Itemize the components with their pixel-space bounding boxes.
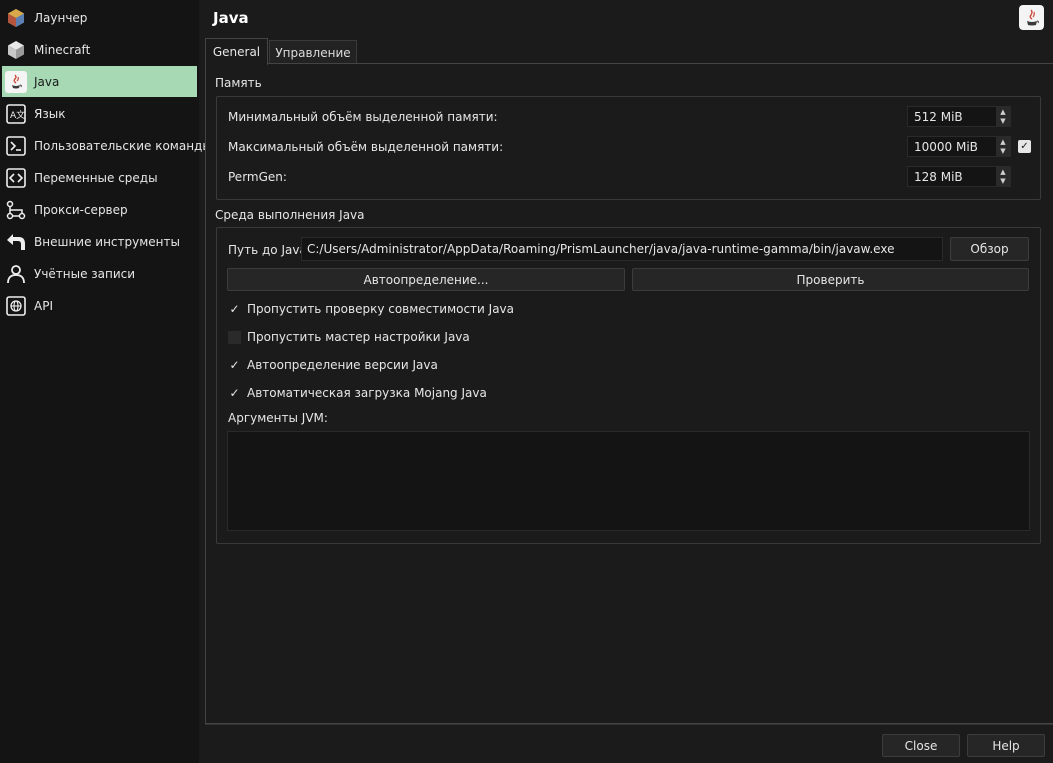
sidebar-item-accounts[interactable]: Учётные записи	[2, 258, 197, 289]
minecraft-icon	[5, 39, 27, 61]
skip-compat-check-row[interactable]: ✓ Пропустить проверку совместимости Java	[228, 301, 514, 317]
code-icon	[5, 167, 27, 189]
autodetect-version-label: Автоопределение версии Java	[247, 358, 438, 372]
java-icon	[5, 70, 27, 93]
auto-download-mojang-row[interactable]: ✓ Автоматическая загрузка Mojang Java	[228, 385, 487, 401]
sidebar-item-environment-variables[interactable]: Переменные среды	[2, 162, 197, 193]
browse-button[interactable]: Обзор	[950, 237, 1029, 261]
checkbox-checked[interactable]: ✓	[228, 358, 241, 372]
sidebar-item-label: Переменные среды	[34, 170, 158, 185]
sidebar-item-label: Учётные записи	[34, 266, 136, 281]
jvm-args-label: Аргументы JVM:	[228, 411, 328, 425]
launcher-icon	[5, 7, 27, 29]
min-memory-value: 512 MiB	[914, 109, 963, 124]
sidebar-item-language[interactable]: A文 Язык	[2, 98, 197, 129]
sidebar-item-java[interactable]: Java	[2, 66, 197, 97]
test-button[interactable]: Проверить	[632, 268, 1029, 291]
checkbox-unchecked[interactable]	[228, 330, 241, 344]
permgen-label: PermGen:	[228, 170, 287, 184]
runtime-section-title: Среда выполнения Java	[215, 208, 365, 222]
checkbox-checked[interactable]: ✓	[228, 386, 241, 400]
sidebar-item-label: Внешние инструменты	[34, 234, 180, 249]
sidebar-item-minecraft[interactable]: Minecraft	[2, 34, 197, 65]
jvm-args-textarea[interactable]	[227, 431, 1030, 531]
accounts-icon	[5, 263, 27, 285]
sidebar-item-api[interactable]: API	[2, 290, 197, 321]
external-tools-icon	[5, 231, 27, 253]
help-button[interactable]: Help	[967, 734, 1045, 757]
min-memory-label: Минимальный объём выделенной памяти:	[228, 110, 498, 124]
sidebar-item-label: Пользовательские команды	[34, 138, 212, 153]
sidebar-item-label: Прокси-сервер	[34, 202, 128, 217]
java-path-input[interactable]: C:/Users/Administrator/AppData/Roaming/P…	[301, 237, 943, 261]
min-memory-spinbox[interactable]: 512 MiB ▲ ▼	[907, 106, 1011, 127]
sidebar-item-label: Minecraft	[34, 42, 91, 57]
skip-compat-check-label: Пропустить проверку совместимости Java	[247, 302, 515, 316]
terminal-icon	[5, 135, 27, 157]
spin-arrows-icon[interactable]: ▲ ▼	[996, 136, 1010, 157]
tab-manage[interactable]: Управление	[269, 40, 357, 65]
permgen-value: 128 MiB	[914, 169, 963, 184]
autodetect-button[interactable]: Автоопределение...	[227, 268, 625, 291]
max-memory-spinbox[interactable]: 10000 MiB ▲ ▼	[907, 136, 1011, 157]
max-memory-checkbox[interactable]: ✓	[1018, 140, 1031, 153]
spin-arrows-icon[interactable]: ▲ ▼	[996, 106, 1010, 127]
sidebar: Лаунчер Minecraft Java A文 Язык Пользоват…	[0, 0, 212, 763]
sidebar-item-proxy[interactable]: Прокси-сервер	[2, 194, 197, 225]
memory-section-title: Память	[215, 76, 262, 90]
autodetect-version-row[interactable]: ✓ Автоопределение версии Java	[228, 357, 438, 373]
language-icon: A文	[5, 103, 27, 125]
footer-divider	[205, 724, 1053, 725]
sidebar-item-launcher[interactable]: Лаунчер	[2, 2, 197, 33]
proxy-icon	[5, 199, 27, 221]
close-button[interactable]: Close	[882, 734, 960, 757]
tab-general[interactable]: General	[205, 38, 268, 65]
skip-wizard-label: Пропустить мастер настройки Java	[247, 330, 470, 344]
checkbox-checked[interactable]: ✓	[228, 302, 241, 316]
java-path-label: Путь до Java:	[228, 243, 311, 257]
sidebar-item-label: Язык	[34, 106, 66, 121]
svg-text:A文: A文	[10, 109, 25, 121]
auto-download-mojang-label: Автоматическая загрузка Mojang Java	[247, 386, 487, 400]
max-memory-value: 10000 MiB	[914, 139, 978, 154]
sidebar-item-external-tools[interactable]: Внешние инструменты	[2, 226, 197, 257]
sidebar-item-label: Java	[34, 74, 60, 89]
sidebar-item-custom-commands[interactable]: Пользовательские команды	[2, 130, 212, 161]
sidebar-item-label: Лаунчер	[34, 10, 88, 25]
max-memory-label: Максимальный объём выделенной памяти:	[228, 140, 504, 154]
java-icon	[1019, 5, 1044, 30]
api-icon	[5, 295, 27, 317]
skip-wizard-row[interactable]: Пропустить мастер настройки Java	[228, 329, 470, 345]
sidebar-item-label: API	[34, 298, 53, 313]
permgen-spinbox[interactable]: 128 MiB ▲ ▼	[907, 166, 1011, 187]
spin-arrows-icon[interactable]: ▲ ▼	[996, 166, 1010, 187]
page-title: Java	[213, 9, 249, 27]
